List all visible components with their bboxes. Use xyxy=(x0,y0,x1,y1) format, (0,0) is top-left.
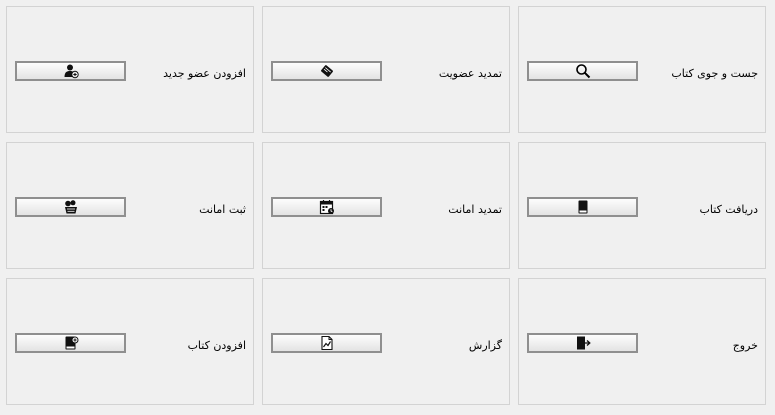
search-books-label: جست و جوی کتاب xyxy=(671,67,758,80)
add-book-icon xyxy=(65,336,78,350)
report-chart-icon xyxy=(320,335,333,351)
add-book-label: افزودن کتاب xyxy=(187,339,246,352)
panel-exit: خروج xyxy=(518,278,766,405)
exit-door-icon xyxy=(576,336,591,350)
renew-loan-label: تمدید امانت xyxy=(448,203,502,216)
renew-membership-label: تمدید عضویت xyxy=(438,67,502,80)
panel-add-book: افزودن کتاب xyxy=(6,278,254,405)
book-icon xyxy=(578,200,587,214)
panel-report: گزارش xyxy=(262,278,510,405)
add-book-button[interactable] xyxy=(15,333,126,353)
receive-book-button[interactable] xyxy=(527,197,638,217)
report-button[interactable] xyxy=(271,333,382,353)
add-member-label: افزودن عضو جدید xyxy=(163,67,246,80)
exit-button[interactable] xyxy=(527,333,638,353)
report-label: گزارش xyxy=(468,339,502,352)
panel-register-loan: ثبت امانت xyxy=(6,142,254,269)
calendar-icon xyxy=(319,200,334,215)
panel-add-member: افزودن عضو جدید xyxy=(6,6,254,133)
register-loan-label: ثبت امانت xyxy=(199,203,246,216)
main-menu-grid: جست و جوی کتاب تمدید عضویت افزودن عضو جد… xyxy=(0,0,775,415)
membership-card-icon xyxy=(320,65,333,77)
search-icon xyxy=(575,64,590,79)
receive-book-label: دریافت کتاب xyxy=(699,203,758,216)
books-basket-icon xyxy=(64,200,77,214)
panel-receive-book: دریافت کتاب xyxy=(518,142,766,269)
renew-membership-button[interactable] xyxy=(271,61,382,81)
panel-search-books: جست و جوی کتاب xyxy=(518,6,766,133)
add-user-icon xyxy=(64,64,79,79)
panel-renew-loan: تمدید امانت xyxy=(262,142,510,269)
search-books-button[interactable] xyxy=(527,61,638,81)
renew-loan-button[interactable] xyxy=(271,197,382,217)
exit-label: خروج xyxy=(732,339,758,352)
add-member-button[interactable] xyxy=(15,61,126,81)
register-loan-button[interactable] xyxy=(15,197,126,217)
panel-renew-membership: تمدید عضویت xyxy=(262,6,510,133)
